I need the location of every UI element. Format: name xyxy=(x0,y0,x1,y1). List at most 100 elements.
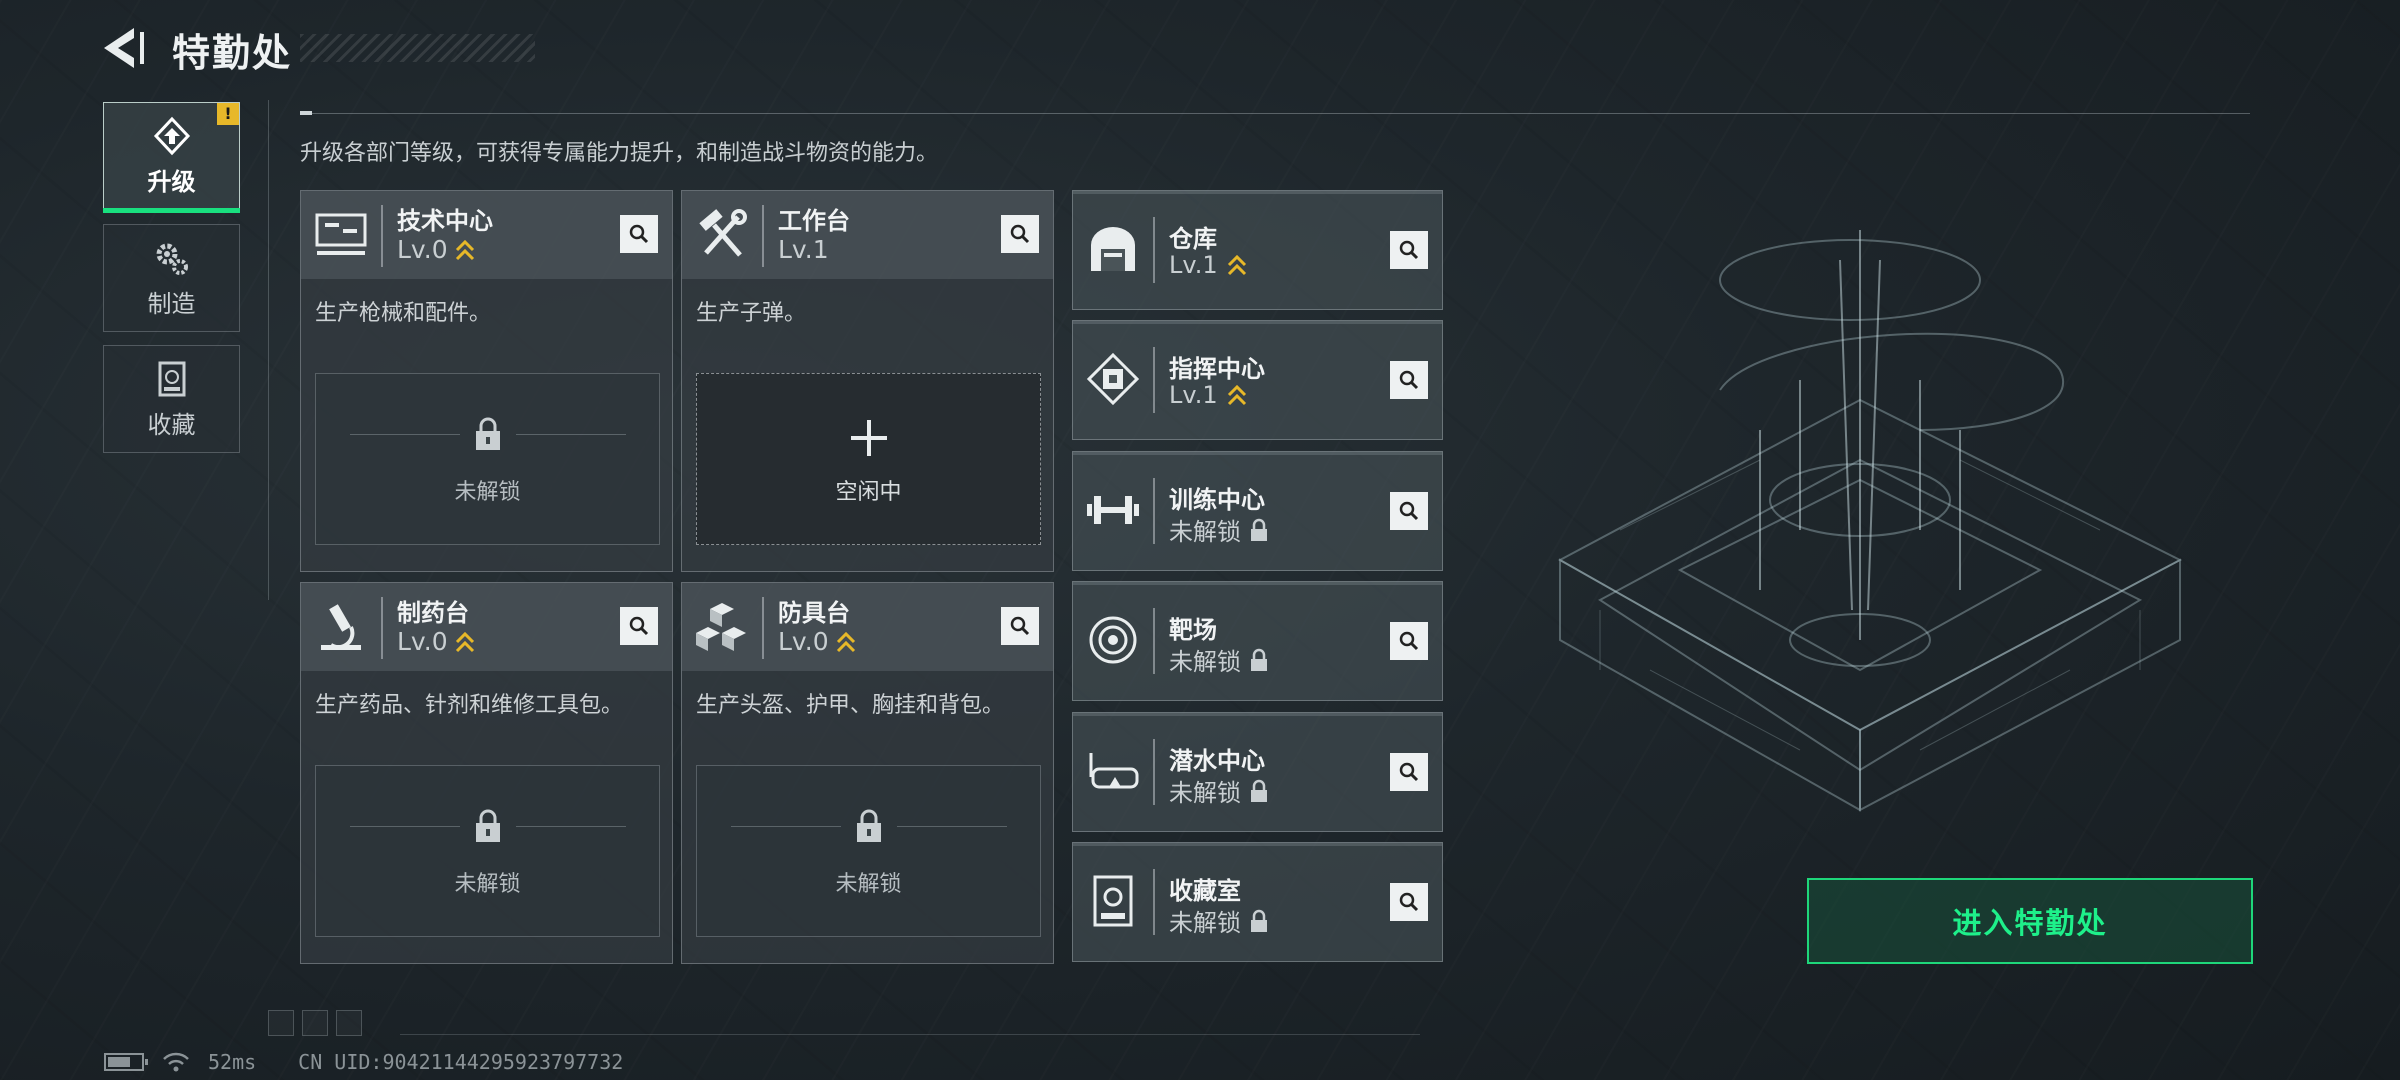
deco-square xyxy=(302,1010,328,1036)
search-icon xyxy=(1399,762,1419,782)
base-blueprint-illustration xyxy=(1557,230,2183,812)
command-chip-icon xyxy=(1086,352,1140,406)
search-button[interactable] xyxy=(1390,231,1428,269)
level-text: 未解锁 xyxy=(1169,648,1241,676)
facility-card-diving-center[interactable]: 潜水中心 未解锁 xyxy=(1072,712,1443,832)
facility-title: 指挥中心 xyxy=(1169,355,1265,383)
card-title: 工作台 xyxy=(778,207,850,235)
bottom-decoration xyxy=(268,1010,362,1036)
back-arrow-icon[interactable] xyxy=(100,26,152,70)
upgrade-chevron-icon xyxy=(1227,384,1246,406)
upgrade-icon xyxy=(153,116,190,155)
search-button[interactable] xyxy=(620,215,658,253)
card-header: 技术中心 Lv.0 xyxy=(301,191,672,279)
level-text: Lv.1 xyxy=(1169,251,1218,279)
production-slot-idle[interactable]: 空闲中 xyxy=(696,373,1041,545)
card-description: 生产药品、针剂和维修工具包。 xyxy=(315,693,624,718)
search-icon xyxy=(1399,892,1419,912)
slot-rule xyxy=(516,826,626,827)
facility-card-command-center[interactable]: 指挥中心 Lv.1 xyxy=(1072,320,1443,440)
level-text: Lv.1 xyxy=(1169,381,1218,409)
search-icon xyxy=(1399,501,1419,521)
card-level: Lv.0 xyxy=(778,627,857,656)
sidebar-tab-upgrade[interactable]: ! 升级 xyxy=(103,102,240,213)
sidebar-tab-craft[interactable]: 制造 xyxy=(103,224,240,332)
armor-blocks-icon xyxy=(696,603,746,651)
display-case-icon xyxy=(1093,875,1133,927)
search-button[interactable] xyxy=(1390,492,1428,530)
sidebar-tab-label: 升级 xyxy=(147,167,196,196)
card-description: 生产子弹。 xyxy=(696,301,807,326)
search-button[interactable] xyxy=(1001,215,1039,253)
page-description: 升级各部门等级，可获得专属能力提升，和制造战斗物资的能力。 xyxy=(300,141,939,166)
level-text: 未解锁 xyxy=(1169,909,1241,937)
card-header: 工作台 Lv.1 xyxy=(682,191,1053,279)
title-decoration xyxy=(300,34,535,62)
slot-status: 未解锁 xyxy=(454,480,521,505)
workshop-card-pharmacy[interactable]: 制药台 Lv.0 生产药品、针剂和维修工具包。 未解锁 xyxy=(300,582,673,964)
workshop-card-armor-bench[interactable]: 防具台 Lv.0 生产头盔、护甲、胸挂和背包。 未解锁 xyxy=(681,582,1054,964)
display-case-icon xyxy=(158,361,185,396)
facility-card-warehouse[interactable]: 仓库 Lv.1 xyxy=(1072,190,1443,310)
slot-rule xyxy=(897,826,1007,827)
search-button[interactable] xyxy=(1390,361,1428,399)
search-button[interactable] xyxy=(620,607,658,645)
card-description: 生产枪械和配件。 xyxy=(315,301,492,326)
workshop-card-workbench[interactable]: 工作台 Lv.1 生产子弹。 空闲中 xyxy=(681,190,1054,572)
lock-icon xyxy=(1251,779,1267,802)
search-button[interactable] xyxy=(1390,622,1428,660)
uid-text: CN UID:904211442959237977​32 xyxy=(298,1050,624,1074)
deco-square xyxy=(336,1010,362,1036)
facility-title: 仓库 xyxy=(1169,225,1217,253)
facility-card-collection-room[interactable]: 收藏室 未解锁 xyxy=(1072,842,1443,962)
slot-status: 空闲中 xyxy=(835,480,902,505)
facility-level: Lv.1 xyxy=(1169,381,1248,409)
search-icon xyxy=(1399,631,1419,651)
target-icon xyxy=(1089,616,1137,664)
slot-rule xyxy=(350,826,460,827)
search-icon xyxy=(1010,616,1030,636)
warehouse-icon xyxy=(1091,227,1135,271)
top-divider xyxy=(300,111,2250,115)
facility-level: 未解锁 xyxy=(1169,512,1269,547)
facility-title: 训练中心 xyxy=(1169,486,1265,514)
facility-card-training-center[interactable]: 训练中心 未解锁 xyxy=(1072,451,1443,571)
card-description: 生产头盔、护甲、胸挂和背包。 xyxy=(696,693,1005,718)
level-text: Lv.0 xyxy=(778,627,829,656)
search-button[interactable] xyxy=(1390,883,1428,921)
facility-divider xyxy=(1153,217,1155,283)
facility-card-shooting-range[interactable]: 靶场 未解锁 xyxy=(1072,581,1443,701)
lock-icon xyxy=(1251,648,1267,671)
sidebar-tab-collection[interactable]: 收藏 xyxy=(103,345,240,453)
card-level: Lv.1 xyxy=(778,235,829,264)
workshop-card-tech-center[interactable]: 技术中心 Lv.0 生产枪械和配件。 未解锁 xyxy=(300,190,673,572)
search-icon xyxy=(1399,240,1419,260)
facility-level: 未解锁 xyxy=(1169,773,1269,808)
facility-divider xyxy=(1153,478,1155,544)
slot-rule xyxy=(516,434,626,435)
facility-level: 未解锁 xyxy=(1169,642,1269,677)
lock-icon xyxy=(1251,909,1267,932)
lock-icon xyxy=(476,809,500,842)
facility-title: 收藏室 xyxy=(1169,877,1241,905)
ping-text: 52ms xyxy=(208,1050,257,1074)
monitor-icon xyxy=(315,213,367,255)
card-title: 防具台 xyxy=(778,599,850,627)
upgrade-chevron-icon xyxy=(836,631,855,652)
battery-level xyxy=(108,1057,130,1067)
battery-icon xyxy=(104,1053,148,1071)
gears-icon xyxy=(156,243,188,275)
hammer-wrench-icon xyxy=(699,209,747,257)
sidebar-divider xyxy=(268,100,269,600)
card-title: 制药台 xyxy=(397,599,469,627)
card-level: Lv.0 xyxy=(397,627,476,656)
slot-status: 未解锁 xyxy=(454,872,521,897)
page-title: 特勤处 xyxy=(172,31,293,75)
card-header: 制药台 Lv.0 xyxy=(301,583,672,671)
facility-level: 未解锁 xyxy=(1169,903,1269,938)
card-title: 技术中心 xyxy=(397,207,493,235)
search-icon xyxy=(1010,224,1030,244)
enter-special-ops-button[interactable]: 进入特勤处 xyxy=(1807,878,2253,964)
search-button[interactable] xyxy=(1001,607,1039,645)
search-button[interactable] xyxy=(1390,753,1428,791)
